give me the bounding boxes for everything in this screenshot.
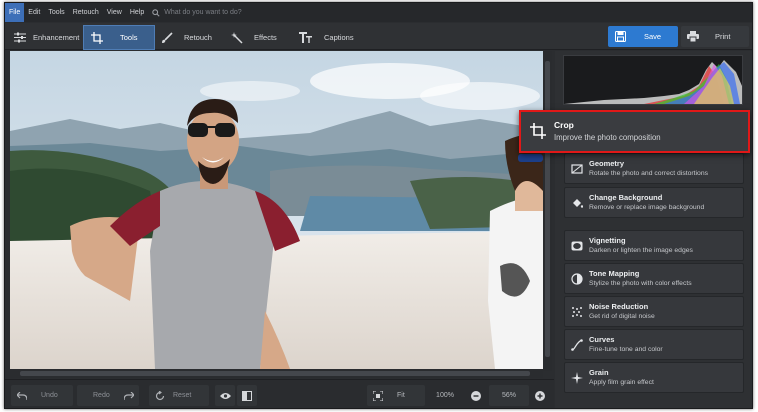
search-icon (152, 8, 160, 17)
scroll-thumb[interactable] (545, 61, 550, 357)
menu-view[interactable]: View (103, 3, 126, 22)
tab-label: Retouch (184, 33, 212, 42)
tool-desc: Rotate the photo and correct distortions (589, 170, 709, 177)
tool-noise-reduction[interactable]: Noise Reduction Get rid of digital noise (564, 296, 744, 327)
curves-icon (570, 338, 584, 352)
tool-desc: Stylize the photo with color effects (589, 280, 692, 287)
undo-icon (17, 391, 27, 400)
print-button[interactable]: Print (681, 26, 749, 47)
tab-label: Effects (254, 33, 277, 42)
menu-retouch[interactable]: Retouch (69, 3, 103, 22)
tab-effects[interactable]: Effects (230, 25, 290, 50)
tab-tools[interactable]: Tools (83, 25, 155, 50)
crop-icon (530, 123, 548, 141)
tool-title: Geometry (589, 159, 625, 168)
menu-bar: File Edit Tools Retouch View Help What d… (5, 3, 752, 22)
crop-desc: Improve the photo composition (554, 133, 661, 142)
menu-tools[interactable]: Tools (44, 3, 68, 22)
compare-button[interactable] (237, 385, 257, 406)
tool-tone-mapping[interactable]: Tone Mapping Stylize the photo with colo… (564, 263, 744, 294)
compare-icon (242, 390, 252, 401)
tool-grain[interactable]: Grain Apply film grain effect (564, 362, 744, 393)
photo-image (10, 51, 543, 369)
zoom-100-button[interactable]: 100% (427, 385, 463, 406)
tab-bar: Enhancement Tools Retouch Effects Captio… (5, 23, 752, 50)
tab-enhancement[interactable]: Enhancement (13, 25, 81, 50)
minus-icon (471, 390, 481, 401)
reset-icon (155, 390, 165, 401)
tool-title: Curves (589, 335, 615, 344)
print-label: Print (715, 32, 731, 41)
text-icon (298, 31, 312, 45)
tab-label: Enhancement (33, 33, 80, 42)
crop-title: Crop (554, 120, 574, 130)
reset-button[interactable]: Reset (149, 385, 209, 406)
plus-icon (535, 390, 545, 401)
noise-icon (570, 305, 584, 319)
search-input[interactable]: What do you want to do? (164, 9, 241, 16)
tool-desc: Darken or lighten the image edges (589, 247, 693, 254)
menu-edit[interactable]: Edit (24, 3, 44, 22)
horizontal-scrollbar[interactable] (10, 369, 543, 378)
tool-desc: Remove or replace image background (589, 204, 705, 211)
grain-icon (570, 371, 584, 385)
save-button[interactable]: Save (608, 26, 678, 47)
undo-button[interactable]: Undo (11, 385, 73, 406)
tool-desc: Get rid of digital noise (589, 313, 655, 320)
tool-vignetting[interactable]: Vignetting Darken or lighten the image e… (564, 230, 744, 261)
half-circle-icon (570, 272, 584, 286)
bottom-toolbar: Undo Redo Reset Fit 100% 56% (5, 379, 554, 408)
preview-eye-button[interactable] (215, 385, 235, 406)
vignette-icon (570, 239, 584, 253)
redo-icon (123, 391, 134, 400)
tool-desc: Fine-tune tone and color (589, 346, 663, 353)
geometry-icon (570, 162, 584, 176)
crop-icon (90, 31, 104, 45)
paint-bucket-icon (570, 196, 584, 210)
zoom-in-button[interactable] (533, 385, 547, 406)
menu-help[interactable]: Help (126, 3, 148, 22)
magic-wand-icon (230, 31, 244, 45)
save-label: Save (644, 32, 662, 41)
scroll-thumb[interactable] (20, 371, 530, 376)
zoom-out-button[interactable] (469, 385, 483, 406)
tab-label: Captions (324, 33, 354, 42)
tool-title: Noise Reduction (589, 302, 649, 311)
tool-geometry[interactable]: Geometry Rotate the photo and correct di… (564, 153, 744, 184)
tool-change-background[interactable]: Change Background Remove or replace imag… (564, 187, 744, 218)
tab-label: Tools (120, 33, 138, 42)
tools-panel: Geometry Rotate the photo and correct di… (555, 51, 752, 408)
fit-label: Fit (397, 392, 405, 399)
redo-button[interactable]: Redo (77, 385, 139, 406)
search-box[interactable]: What do you want to do? (152, 8, 242, 17)
histogram (563, 55, 743, 105)
vertical-scrollbar[interactable] (543, 51, 552, 371)
save-icon (615, 31, 626, 42)
zoom-100-label: 100% (436, 392, 454, 399)
undo-label: Undo (41, 392, 58, 399)
tab-retouch[interactable]: Retouch (160, 25, 225, 50)
tool-curves[interactable]: Curves Fine-tune tone and color (564, 329, 744, 360)
eye-icon (219, 392, 231, 400)
tool-title: Change Background (589, 193, 663, 202)
tool-title: Tone Mapping (589, 269, 640, 278)
tool-title: Grain (589, 368, 609, 377)
sliders-icon (13, 31, 27, 45)
brush-icon (160, 31, 174, 45)
tool-desc: Apply film grain effect (589, 379, 654, 386)
tool-title: Vignetting (589, 236, 626, 245)
redo-label: Redo (93, 392, 110, 399)
crop-tool-highlighted[interactable]: Crop Improve the photo composition (519, 110, 750, 153)
reset-label: Reset (173, 392, 192, 399)
menu-file[interactable]: File (5, 3, 25, 22)
fit-screen-icon (373, 390, 383, 401)
zoom-level-field[interactable]: 56% (489, 385, 529, 406)
tab-captions[interactable]: Captions (298, 25, 363, 50)
fit-button[interactable]: Fit (367, 385, 425, 406)
printer-icon (687, 31, 699, 42)
photo-canvas[interactable] (10, 51, 543, 369)
zoom-level-value: 56% (501, 392, 516, 399)
app-window: File Edit Tools Retouch View Help What d… (4, 2, 753, 409)
